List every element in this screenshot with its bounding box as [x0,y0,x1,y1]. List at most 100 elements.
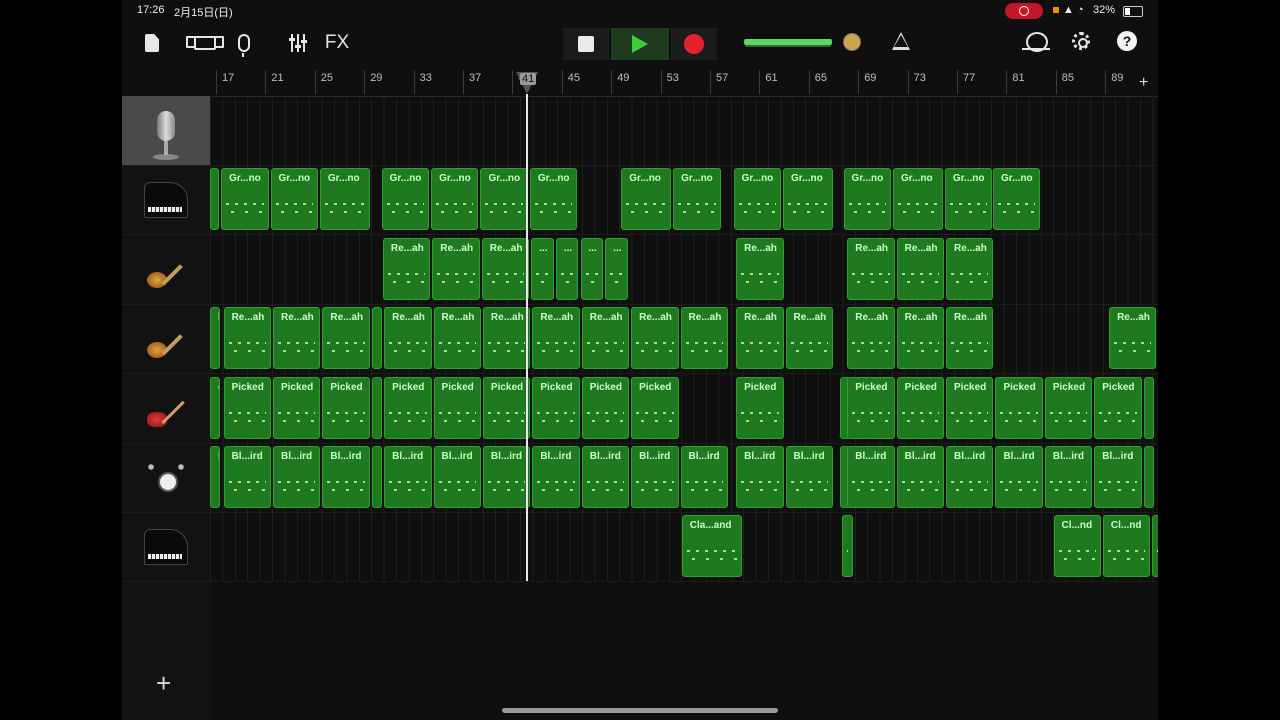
region[interactable]: Picked [322,376,370,439]
region[interactable]: Re...ah [322,307,370,370]
region[interactable]: ... [531,237,554,300]
tracks-view-icon[interactable] [186,30,224,56]
region[interactable]: Re...ah [272,307,321,370]
track-header[interactable] [122,165,210,236]
region[interactable]: Re...ah [736,237,784,300]
region[interactable]: Gr...no [621,168,672,231]
track-header[interactable] [122,304,210,375]
region[interactable]: Re...ah [1109,307,1157,370]
region[interactable]: Re...ah [382,237,431,300]
region[interactable]: Bl...ird [272,446,321,508]
region[interactable]: Picked [847,376,895,439]
region[interactable]: Re...ah [432,237,480,300]
region[interactable]: l [210,446,221,508]
region[interactable]: Bl...ird [1044,446,1093,508]
region[interactable] [1143,446,1154,508]
mixer-icon[interactable] [286,30,310,56]
track-header[interactable] [122,374,210,444]
region[interactable]: Gr...no [221,168,269,231]
region[interactable]: Re...ah [482,307,531,370]
region[interactable]: Picked [581,376,630,439]
region[interactable]: Bl...ird [680,446,728,508]
region[interactable]: ... [555,237,579,300]
record-button[interactable] [671,28,717,60]
region[interactable]: Re...ah [946,307,994,370]
track-header[interactable] [122,235,210,305]
region[interactable]: Picked [384,376,432,439]
region[interactable]: Picked [1044,376,1093,439]
region[interactable] [1143,376,1154,439]
track-lane[interactable] [210,96,1158,166]
region[interactable]: Gr...no [673,168,721,231]
region[interactable]: Cl...nd [1102,515,1151,578]
region[interactable] [371,307,383,370]
region[interactable]: Re...ah [481,237,530,300]
region[interactable]: h [210,307,221,370]
region[interactable]: Gr...no [733,168,782,231]
region[interactable]: Re...ah [223,307,271,370]
region[interactable]: Gr...no [992,168,1041,231]
region[interactable]: ... [605,237,628,300]
region[interactable]: Gr...no [783,168,833,231]
region[interactable]: Bl...ird [322,446,370,508]
region[interactable]: Picked [433,376,481,439]
region[interactable]: Re...ah [785,307,833,370]
track-lane[interactable]: l Bl...ird Bl...ird Bl...ird Bl...ird Bl...ir… [210,443,1158,513]
region[interactable]: d [210,376,221,439]
track-lane[interactable]: Re...ah Re...ah Re...ah............ Re...ah… [210,234,1158,305]
track-lane[interactable]: Gr...no Gr...no Gr...no Gr...no Gr...no Gr...… [210,165,1158,236]
region[interactable]: Gr...no [529,168,578,231]
region[interactable] [371,446,383,508]
region[interactable]: Gr...no [843,168,891,231]
metronome-icon[interactable] [892,32,910,50]
region[interactable] [371,376,383,439]
track-header[interactable] [122,512,210,583]
fx-button[interactable]: FX [322,30,352,56]
instrument-browser-icon[interactable] [234,30,254,57]
screen-recording-indicator[interactable] [1005,3,1043,19]
region[interactable] [842,515,853,578]
region[interactable]: Bl...ird [995,446,1043,508]
region[interactable]: Gr...no [270,168,318,231]
region[interactable]: Cla...and [681,515,742,578]
region[interactable]: Bl...ird [847,446,895,508]
region[interactable]: Re...ah [736,307,784,370]
region[interactable] [1152,515,1158,578]
region[interactable]: Gr...no [480,168,528,231]
region[interactable]: ... [580,237,604,300]
region[interactable] [210,168,220,231]
region[interactable]: Re...ah [631,307,679,370]
add-track-button[interactable]: + [156,668,171,699]
settings-gear-icon[interactable] [1072,32,1090,50]
stop-button[interactable] [563,28,609,60]
region[interactable]: Gr...no [319,168,370,231]
region[interactable]: Gr...no [431,168,479,231]
region[interactable]: Re...ah [433,307,481,370]
region[interactable]: Picked [946,376,994,439]
region[interactable]: Picked [631,376,679,439]
region[interactable]: Re...ah [946,237,994,300]
region[interactable]: Picked [736,376,784,439]
region[interactable]: Gr...no [381,168,430,231]
region[interactable]: Bl...ird [482,446,531,508]
track-header[interactable] [122,96,210,166]
region[interactable]: Picked [223,376,271,439]
region[interactable]: Picked [272,376,321,439]
region[interactable]: Bl...ird [946,446,994,508]
region[interactable]: Bl...ird [785,446,833,508]
lcd-display-icon[interactable] [843,33,861,51]
region[interactable]: Picked [532,376,580,439]
region[interactable]: Bl...ird [736,446,784,508]
add-section-button[interactable]: + [1139,74,1148,92]
region[interactable]: Re...ah [532,307,580,370]
help-button[interactable]: ? [1117,31,1137,51]
region[interactable]: Gr...no [944,168,993,231]
region[interactable]: Bl...ird [532,446,580,508]
region[interactable]: Picked [482,376,531,439]
region[interactable]: Bl...ird [223,446,271,508]
region[interactable]: Re...ah [581,307,630,370]
region[interactable]: Re...ah [680,307,728,370]
region[interactable]: Re...ah [847,307,895,370]
timeline-ruler[interactable]: 17 21 25 29 33 37 41 45 49 53 57 61 65 69 73 77 81 85 89 [210,70,1158,97]
region[interactable]: Bl...ird [433,446,481,508]
